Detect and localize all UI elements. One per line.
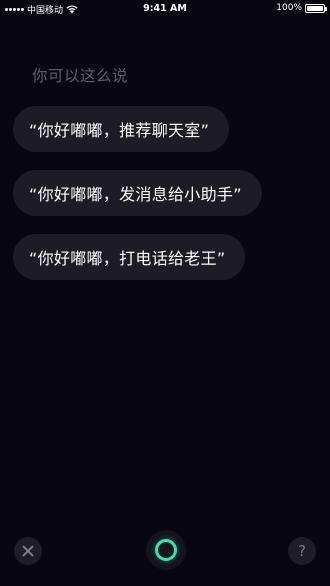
voice-input-button[interactable]	[146, 530, 186, 570]
hint-text: 你可以这么说	[32, 67, 129, 85]
battery-fill	[307, 5, 323, 11]
close-icon	[22, 545, 34, 557]
status-right: 100%	[276, 3, 327, 13]
suggestion-list: “你好嘟嘟，推荐聊天室” “你好嘟嘟，发消息给小助手” “你好嘟嘟，打电话给老王…	[13, 106, 262, 280]
status-bar: 中国移动 9:41 AM 100%	[0, 0, 330, 18]
voice-ring-icon	[155, 539, 177, 561]
help-icon: ?	[298, 542, 306, 560]
suggestion-chip-call-laowang[interactable]: “你好嘟嘟，打电话给老王”	[13, 234, 246, 280]
suggestion-chip-message-assistant[interactable]: “你好嘟嘟，发消息给小助手”	[13, 170, 262, 216]
battery-icon	[305, 3, 327, 13]
voice-assistant-screen: 中国移动 9:41 AM 100% 你可以这么说 “你好嘟嘟，推荐聊天室” “你…	[0, 0, 330, 586]
suggestion-chip-recommend-chatroom[interactable]: “你好嘟嘟，推荐聊天室”	[13, 106, 230, 152]
close-button[interactable]	[14, 537, 42, 565]
help-button[interactable]: ?	[288, 537, 316, 565]
battery-percent: 100%	[276, 3, 302, 13]
